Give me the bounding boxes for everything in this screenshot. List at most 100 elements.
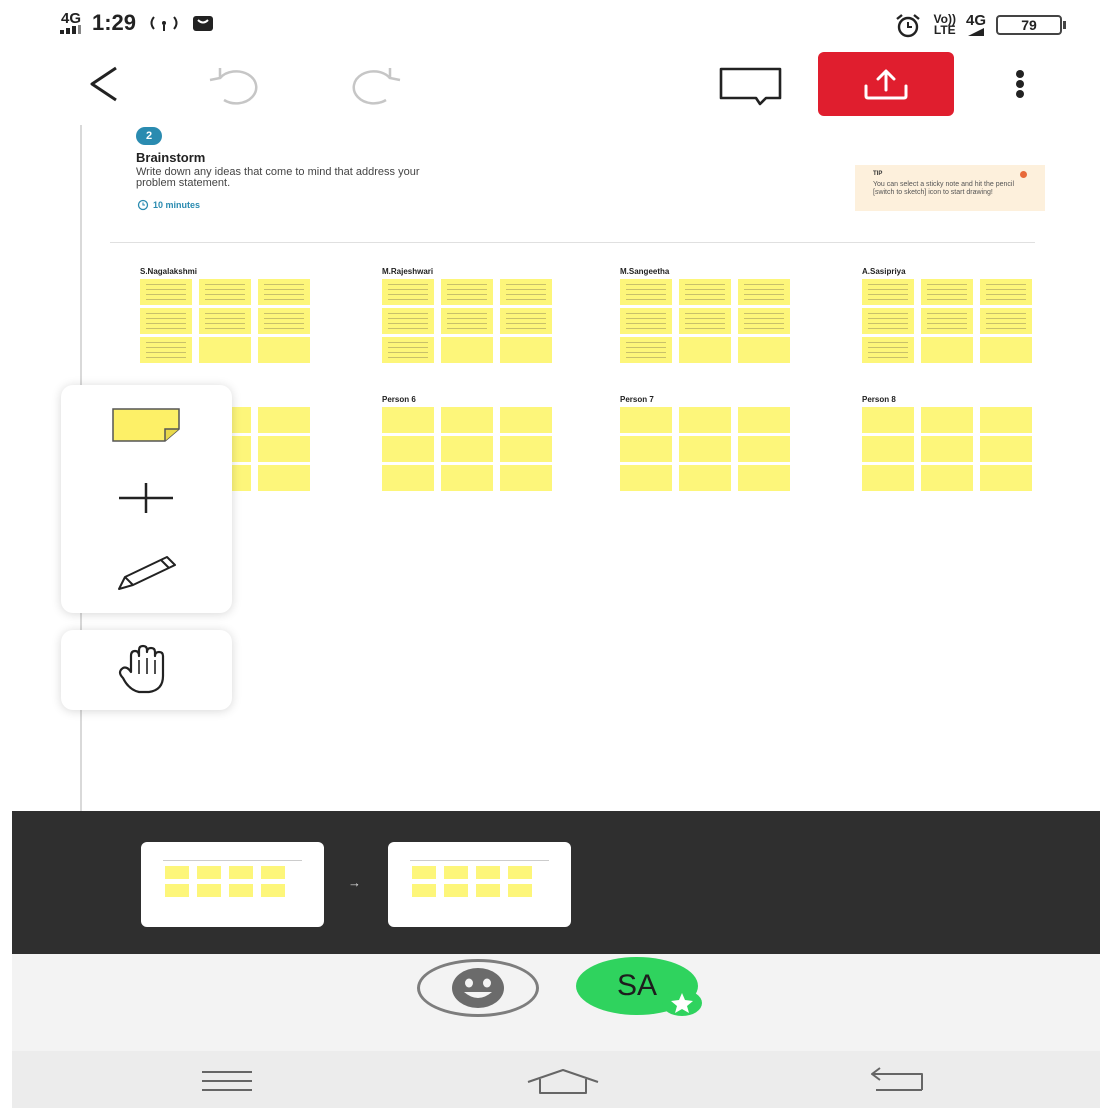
sticky-note[interactable] <box>679 337 731 363</box>
sticky-note[interactable] <box>738 279 790 305</box>
sticky-note[interactable] <box>258 337 310 363</box>
note-text-line <box>868 323 908 324</box>
sticky-note[interactable] <box>441 465 493 491</box>
sticky-note[interactable] <box>620 337 672 363</box>
sticky-note[interactable] <box>980 279 1032 305</box>
sticky-note[interactable] <box>382 308 434 334</box>
sticky-note[interactable] <box>862 407 914 433</box>
back-button[interactable] <box>82 62 122 111</box>
sticky-note[interactable] <box>441 308 493 334</box>
sticky-note[interactable] <box>921 407 973 433</box>
sticky-note[interactable] <box>738 436 790 462</box>
sticky-note[interactable] <box>738 407 790 433</box>
thumb-sticky-note <box>476 866 500 879</box>
more-options-button[interactable] <box>1008 66 1032 107</box>
note-text-line <box>506 323 546 324</box>
sticky-note[interactable] <box>500 308 552 334</box>
note-text-line <box>626 284 666 285</box>
sticky-note[interactable] <box>140 337 192 363</box>
sticky-note[interactable] <box>980 308 1032 334</box>
sticky-note[interactable] <box>862 337 914 363</box>
sticky-note[interactable] <box>258 465 310 491</box>
sticky-note[interactable] <box>258 407 310 433</box>
sticky-note[interactable] <box>620 436 672 462</box>
sticky-note[interactable] <box>738 337 790 363</box>
sticky-note[interactable] <box>620 279 672 305</box>
pencil-tool[interactable] <box>115 555 177 598</box>
note-text-line <box>744 313 784 314</box>
sticky-note[interactable] <box>921 465 973 491</box>
sticky-note[interactable] <box>382 337 434 363</box>
person-name-row1-2: M.Sangeetha <box>620 267 670 276</box>
sticky-note[interactable] <box>140 308 192 334</box>
note-text-line <box>685 294 725 295</box>
sticky-note[interactable] <box>679 407 731 433</box>
sticky-note[interactable] <box>738 308 790 334</box>
note-text-line <box>388 342 428 343</box>
comment-button[interactable] <box>718 66 784 111</box>
note-text-line <box>264 294 304 295</box>
share-button[interactable] <box>818 52 954 116</box>
frame-thumbnail-2[interactable] <box>388 842 571 927</box>
sticky-note[interactable] <box>862 308 914 334</box>
sticky-note[interactable] <box>258 436 310 462</box>
nav-home-button[interactable] <box>524 1066 602 1101</box>
sticky-note-tool[interactable] <box>111 407 181 448</box>
sticky-note[interactable] <box>679 308 731 334</box>
note-text-line <box>744 323 784 324</box>
note-text-line <box>205 299 245 300</box>
sticky-note[interactable] <box>441 337 493 363</box>
note-text-line <box>685 284 725 285</box>
thumb-sticky-note <box>165 884 189 897</box>
sticky-note[interactable] <box>620 465 672 491</box>
reaction-button[interactable] <box>417 959 539 1017</box>
sticky-note[interactable] <box>980 407 1032 433</box>
sticky-note[interactable] <box>980 436 1032 462</box>
sticky-note[interactable] <box>679 436 731 462</box>
sticky-note[interactable] <box>441 436 493 462</box>
nav-back-button[interactable] <box>866 1066 926 1099</box>
sticky-note[interactable] <box>500 407 552 433</box>
sticky-note[interactable] <box>738 465 790 491</box>
sticky-note[interactable] <box>199 337 251 363</box>
sticky-note[interactable] <box>921 337 973 363</box>
hand-tool[interactable] <box>61 630 232 710</box>
sticky-note[interactable] <box>382 407 434 433</box>
sticky-note[interactable] <box>500 465 552 491</box>
brainstorm-description: Write down any ideas that come to mind t… <box>136 166 420 189</box>
sticky-note[interactable] <box>620 407 672 433</box>
sticky-note[interactable] <box>679 279 731 305</box>
sticky-note[interactable] <box>441 279 493 305</box>
arrow-right-icon: → <box>348 875 361 890</box>
sticky-note[interactable] <box>199 308 251 334</box>
sticky-note[interactable] <box>500 436 552 462</box>
frame-thumbnail-1[interactable] <box>141 842 324 927</box>
nav-menu-button[interactable] <box>200 1068 254 1099</box>
thumb-sticky-note <box>508 884 532 897</box>
comment-icon <box>719 67 782 106</box>
sticky-note[interactable] <box>258 279 310 305</box>
redo-button[interactable] <box>344 66 404 111</box>
sticky-note[interactable] <box>500 279 552 305</box>
sticky-note[interactable] <box>862 436 914 462</box>
sticky-note[interactable] <box>862 465 914 491</box>
star-icon <box>671 993 693 1013</box>
sticky-note[interactable] <box>921 436 973 462</box>
sticky-note[interactable] <box>140 279 192 305</box>
sticky-note[interactable] <box>980 337 1032 363</box>
sticky-note[interactable] <box>382 436 434 462</box>
sticky-note[interactable] <box>500 337 552 363</box>
sticky-note[interactable] <box>258 308 310 334</box>
sticky-note[interactable] <box>441 407 493 433</box>
sticky-note[interactable] <box>862 279 914 305</box>
sticky-note[interactable] <box>382 465 434 491</box>
add-tool[interactable] <box>117 481 175 520</box>
sticky-note[interactable] <box>382 279 434 305</box>
sticky-note[interactable] <box>679 465 731 491</box>
sticky-note[interactable] <box>921 308 973 334</box>
sticky-note[interactable] <box>620 308 672 334</box>
sticky-note[interactable] <box>921 279 973 305</box>
sticky-note[interactable] <box>980 465 1032 491</box>
sticky-note[interactable] <box>199 279 251 305</box>
undo-button[interactable] <box>206 66 266 111</box>
